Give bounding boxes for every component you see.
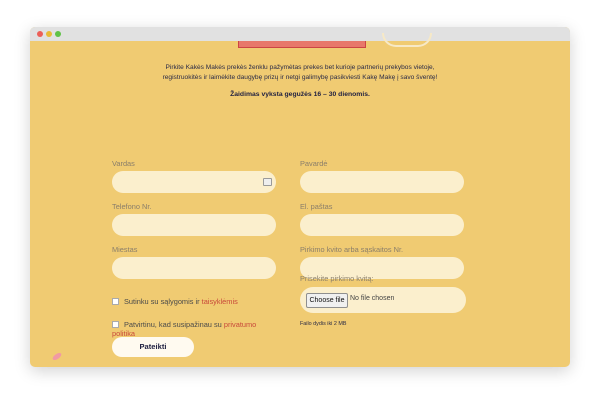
no-file-text: No file chosen bbox=[350, 295, 395, 302]
email-field[interactable] bbox=[300, 214, 464, 236]
city-field[interactable] bbox=[112, 257, 276, 279]
last-name-label: Pavardė bbox=[300, 159, 328, 168]
city-label: Miestas bbox=[112, 245, 138, 254]
file-upload-box: Choose file No file chosen bbox=[300, 287, 466, 313]
terms-text: Sutinku su sąlygomis ir bbox=[124, 297, 202, 306]
submit-button[interactable]: Pateikti bbox=[112, 337, 194, 357]
email-label: El. paštas bbox=[300, 202, 333, 211]
close-window-icon[interactable] bbox=[37, 31, 43, 37]
intro-line-2: registruokitės ir laimėkite daugybę priz… bbox=[162, 74, 438, 81]
choose-file-button[interactable]: Choose file bbox=[306, 293, 348, 308]
maximize-window-icon[interactable] bbox=[55, 31, 61, 37]
terms-link[interactable]: taisyklėmis bbox=[202, 297, 238, 306]
browser-window: Pirkite Kakės Makės prekės ženklu pažymė… bbox=[30, 27, 570, 367]
privacy-link[interactable]: privatumo bbox=[224, 320, 256, 329]
terms-checkbox[interactable] bbox=[112, 298, 119, 305]
attach-receipt-label: Prisekite pirkimo kvitą: bbox=[300, 274, 374, 283]
intro-text: Pirkite Kakės Makės prekės ženklu pažymė… bbox=[130, 63, 470, 83]
decorative-banner-shape bbox=[238, 41, 366, 48]
receipt-number-label: Pirkimo kvito arba sąskaitos Nr. bbox=[300, 245, 404, 254]
game-period-text: Žaidimas vyksta gegužės 16 – 30 dienomis… bbox=[230, 91, 370, 98]
phone-field[interactable] bbox=[112, 214, 276, 236]
intro-line-1: Pirkite Kakės Makės prekės ženklu pažymė… bbox=[165, 64, 435, 71]
last-name-field[interactable] bbox=[300, 171, 464, 193]
page-content: Pirkite Kakės Makės prekės ženklu pažymė… bbox=[30, 33, 570, 367]
first-name-label: Vardas bbox=[112, 159, 135, 168]
first-name-field[interactable] bbox=[112, 171, 276, 193]
decorative-arc-shape bbox=[382, 33, 432, 47]
title-bar bbox=[30, 27, 570, 41]
privacy-text: Patvirtinu, kad susipažinau su bbox=[124, 320, 224, 329]
file-size-note: Failo dydis iki 2 MB bbox=[300, 321, 347, 327]
minimize-window-icon[interactable] bbox=[46, 31, 52, 37]
autofill-card-icon[interactable] bbox=[263, 178, 272, 186]
decorative-leaf-shape bbox=[51, 351, 63, 362]
privacy-checkbox[interactable] bbox=[112, 321, 119, 328]
phone-label: Telefono Nr. bbox=[112, 202, 152, 211]
